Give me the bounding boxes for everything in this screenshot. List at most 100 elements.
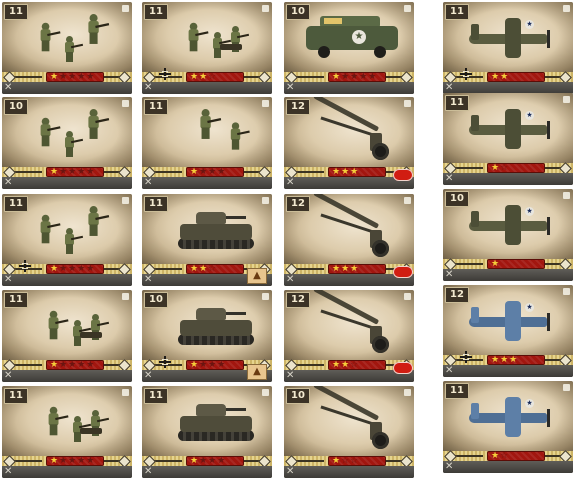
card-footer: ✕	[284, 362, 414, 382]
soldier-head	[89, 14, 98, 23]
rank-stars: ★★	[491, 71, 509, 83]
unit-level-badge: 11	[445, 95, 469, 111]
aircraft-propeller	[547, 217, 550, 235]
unit-card[interactable]: 11 ★★☆ ✕ ▲	[142, 194, 272, 286]
unit-card[interactable]: ★ 11 ★★ ✕	[443, 2, 573, 94]
aircraft-propeller	[547, 313, 550, 331]
rank-bar-stripe	[294, 460, 324, 462]
unit-card[interactable]: ★ 10 ★★★★★ ✕	[284, 2, 414, 94]
soldier-gun	[78, 423, 92, 429]
rank-stars-earned: ★	[50, 264, 60, 274]
unit-card[interactable]: 12 ★★☆ ✕	[284, 290, 414, 382]
machine-gun	[220, 44, 242, 50]
unit-card[interactable]: 12 ★★★ ✕	[284, 97, 414, 189]
aircraft-wing	[505, 205, 521, 245]
unit-level-badge: 10	[144, 292, 168, 308]
aircraft-roundel: ★	[525, 399, 534, 408]
rank-bar-stripe	[12, 76, 42, 78]
unit-card[interactable]: 11 ★★★★ ✕	[142, 97, 272, 189]
unit-card[interactable]: 11 ★★★★★ ✕	[2, 290, 132, 382]
rank-stars-empty: ★★★★	[59, 167, 96, 177]
rank-stars-empty: ★★★★	[59, 264, 96, 274]
soldier-legs	[89, 224, 98, 236]
soldier-head	[66, 131, 73, 138]
card-footer: ✕	[142, 177, 272, 189]
rank-stars: ★★☆	[332, 359, 359, 371]
aircraft-roundel: ★	[525, 207, 534, 216]
rank-stars: ★★★★	[190, 359, 226, 371]
crossed-swords-icon: ✕	[144, 177, 153, 188]
unit-card[interactable]: 10 ★☆☆ ✕	[284, 386, 414, 478]
unit-card[interactable]: 10 ★★★★★ ✕	[2, 97, 132, 189]
rank-bar: ★★★★★	[2, 166, 132, 179]
unit-card[interactable]: 11 ★★★★★ ✕	[2, 386, 132, 478]
tank-hull	[180, 416, 252, 432]
soldier-figure	[87, 14, 110, 44]
rank-stars: ★☆	[491, 450, 509, 462]
howitzer-barrel	[313, 194, 380, 229]
soldier-legs	[232, 42, 239, 52]
soldier-body	[40, 221, 51, 234]
rank-stars-empty: ☆	[500, 451, 510, 461]
unit-level-badge: 10	[286, 4, 310, 20]
unit-card[interactable]: 11 ★★☆ ✕	[142, 2, 272, 94]
rank-stars: ★☆	[491, 162, 509, 174]
unit-card[interactable]: ★ 12 ★★★ ✕	[443, 285, 573, 377]
soldier-head	[232, 26, 239, 33]
card-footer: ✕	[284, 82, 414, 94]
soldier-body	[88, 212, 99, 226]
aircraft-roundel: ★	[525, 20, 534, 29]
soldier-figure	[230, 26, 250, 52]
unit-card[interactable]: 12 ★★★ ✕	[284, 194, 414, 286]
soldier-figure	[40, 22, 61, 52]
rank-bar: ★☆	[443, 450, 573, 463]
soldier-gun	[96, 321, 110, 327]
crossed-swords-icon: ✕	[445, 461, 454, 472]
iron-cross-icon	[159, 356, 171, 368]
card-footer: ✕	[142, 82, 272, 94]
corner-flag-icon	[563, 384, 570, 391]
card-footer: ✕	[284, 266, 414, 286]
unit-card[interactable]: 11 ★★★★★ ✕	[2, 194, 132, 286]
unit-level-badge: 11	[4, 388, 28, 404]
unit-card[interactable]: ★ 10 ★ ✕	[443, 189, 573, 281]
unit-card[interactable]: 11 ★★★★★ ✕	[2, 2, 132, 94]
rank-stars-earned: ★	[190, 360, 200, 370]
unit-level-badge: 11	[4, 292, 28, 308]
soldier-figure	[212, 32, 232, 58]
soldier-head	[41, 22, 50, 31]
unit-card[interactable]: ★ 11 ★☆ ✕	[443, 381, 573, 473]
corner-flag-icon	[563, 192, 570, 199]
soldier-figure	[87, 206, 110, 236]
unit-level-badge: 11	[144, 99, 168, 115]
aircraft-tail	[471, 115, 479, 131]
rank-bar: ★★★★	[142, 166, 272, 179]
rank-stars: ★★★★★	[50, 455, 95, 467]
unit-level-badge: 12	[445, 287, 469, 303]
soldier-head	[92, 410, 99, 417]
unit-level-badge: 11	[144, 196, 168, 212]
soldier-gun	[70, 138, 84, 144]
unit-card[interactable]: ★ 11 ★☆ ✕	[443, 93, 573, 185]
crossed-swords-icon: ✕	[4, 466, 13, 477]
card-footer: ✕ ▲	[142, 364, 272, 382]
soldier-figure	[230, 122, 250, 150]
unit-card[interactable]: 10 ★★★★ ✕ ▲	[142, 290, 272, 382]
soldier-legs	[92, 330, 99, 340]
corner-flag-icon	[262, 5, 269, 12]
crossed-swords-icon: ✕	[286, 274, 295, 285]
rank-stars-earned: ★★	[190, 264, 209, 274]
soldier-gun	[95, 214, 110, 221]
rank-stars: ★★★	[332, 263, 359, 275]
tank-turret	[196, 404, 226, 416]
rank-stars-earned: ★★	[332, 360, 351, 370]
unit-level-badge: 11	[144, 4, 168, 20]
aircraft-tail	[471, 403, 479, 419]
corner-flag-icon	[262, 293, 269, 300]
soldier-figure	[64, 228, 84, 254]
rank-stars-empty: ☆	[350, 360, 360, 370]
unit-card[interactable]: 11 ★★★★ ✕	[142, 386, 272, 478]
rank-stars-empty: ☆	[500, 163, 510, 173]
soldier-head	[89, 206, 98, 215]
tank-tracks	[178, 238, 254, 249]
